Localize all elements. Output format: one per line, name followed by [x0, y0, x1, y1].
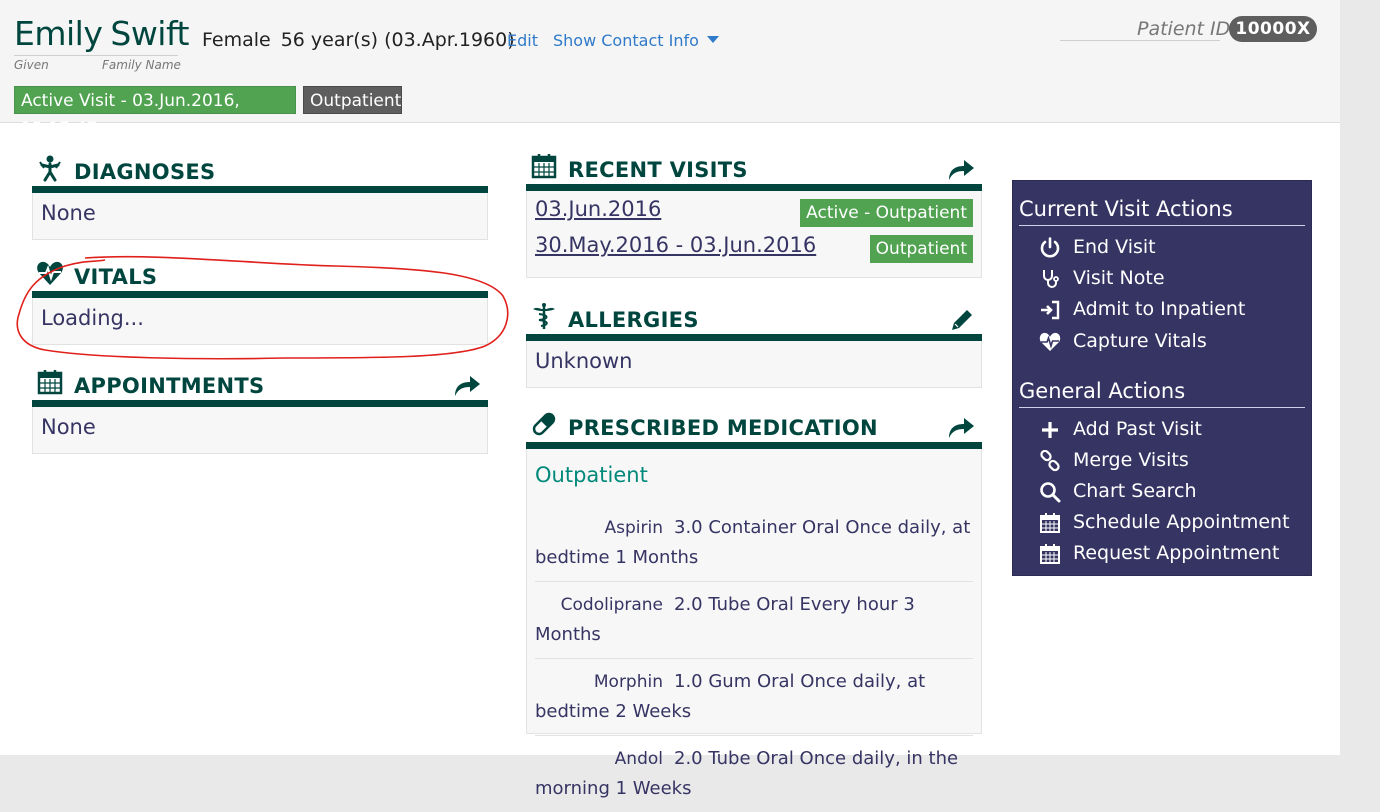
recent-visits-section: RECENT VISITS 03.Jun.2016 Active - Outpa… [526, 154, 982, 278]
medication-header: PRESCRIBED MEDICATION [526, 412, 982, 449]
calendar-icon [1040, 544, 1060, 564]
recent-visits-title: RECENT VISITS [568, 158, 748, 182]
calendar-icon [1040, 513, 1060, 533]
sign-in-icon [1041, 300, 1060, 320]
diagnoses-body: None [32, 193, 488, 240]
allergies-body: Unknown [526, 341, 982, 388]
chart-search-label: Chart Search [1073, 480, 1197, 502]
admit-to-inpatient-label: Admit to Inpatient [1073, 298, 1246, 320]
merge-visits-label: Merge Visits [1073, 449, 1189, 471]
schedule-appointment-label: Schedule Appointment [1073, 511, 1290, 533]
medication-name: Codoliprane [560, 595, 663, 615]
visit-row: 30.May.2016 - 03.Jun.2016 Outpatient [527, 229, 981, 265]
patient-demographics: Female 56 year(s) (03.Apr.1960) [202, 29, 515, 51]
medication-row: Aspirin 3.0 Container Oral Once daily, at… [535, 505, 973, 582]
diagnoses-header: DIAGNOSES [32, 150, 488, 193]
visit-type-tag: Outpatient [303, 86, 402, 114]
given-label: Given [14, 58, 49, 72]
current-visit-actions-title: Current Visit Actions [1019, 197, 1233, 221]
prescribed-medication-section: PRESCRIBED MEDICATION Outpatient Aspirin… [526, 412, 982, 799]
medication-group-title: Outpatient [535, 463, 648, 487]
patient-header: Emily Swift Given Family Name Female 56 ye… [0, 0, 1340, 139]
end-visit-label: End Visit [1073, 236, 1156, 258]
request-appointment-label: Request Appointment [1073, 542, 1280, 564]
capture-vitals-label: Capture Vitals [1073, 330, 1207, 352]
recent-visits-list: 03.Jun.2016 Active - Outpatient 30.May.2… [526, 191, 982, 278]
appointments-body: None [32, 407, 488, 454]
calendar-icon [531, 154, 557, 179]
share-arrow-icon[interactable] [452, 372, 482, 398]
family-name-label: Family Name [102, 58, 181, 72]
medication-row: Codoliprane 2.0 Tube Oral Every hour 3 Mo… [535, 582, 973, 659]
medication-name: Andol [614, 749, 663, 769]
share-arrow-icon[interactable] [946, 414, 976, 440]
link-icon [1040, 450, 1060, 472]
family-name: Swift [110, 14, 189, 53]
visit-date-link[interactable]: 30.May.2016 - 03.Jun.2016 [535, 233, 816, 257]
calendar-icon [37, 370, 63, 395]
show-contact-info-link[interactable]: Show Contact Info [553, 31, 719, 50]
edit-link[interactable]: Edit [507, 31, 538, 50]
visit-status-tag: Outpatient [869, 235, 973, 263]
medication-name: Aspirin [604, 518, 664, 538]
vitals-title: VITALS [74, 265, 158, 289]
medication-title: PRESCRIBED MEDICATION [568, 416, 878, 440]
pill-icon [532, 412, 556, 436]
patient-id-label: Patient ID [1137, 18, 1231, 40]
divider [1019, 407, 1305, 408]
patient-dashboard: Emily Swift Given Family Name Female 56 ye… [0, 0, 1340, 799]
active-visit-tag[interactable]: Active Visit - 03.Jun.2016, 15:17:47 [14, 86, 296, 139]
add-past-visit-label: Add Past Visit [1073, 418, 1202, 440]
search-icon [1040, 482, 1061, 503]
visit-status-tag: Active - Outpatient [800, 199, 973, 227]
medication-body: Outpatient Aspirin 3.0 Container Oral Onc… [526, 449, 982, 799]
share-arrow-icon[interactable] [946, 156, 976, 182]
age-birthdate: 56 year(s) (03.Apr.1960) [280, 29, 515, 51]
divider [1019, 225, 1305, 226]
medication-name: Morphin [593, 672, 663, 692]
stethoscope-icon [1043, 270, 1059, 288]
general-actions-title: General Actions [1019, 379, 1186, 403]
caduceus-icon [533, 303, 555, 329]
diagnoses-section: DIAGNOSES None [32, 150, 488, 240]
visit-note-label: Visit Note [1073, 267, 1165, 289]
visit-row: 03.Jun.2016 Active - Outpatient [527, 193, 981, 229]
show-contact-info-label: Show Contact Info [553, 31, 699, 50]
patient-id-badge: 10000X [1229, 16, 1317, 42]
recent-visits-header: RECENT VISITS [526, 154, 982, 191]
vitals-section: VITALS Loading... [32, 261, 488, 345]
allergies-header: ALLERGIES [526, 303, 982, 341]
medication-row: Morphin 1.0 Gum Oral Once daily, at bedti… [535, 659, 973, 736]
power-icon [1040, 237, 1060, 258]
plus-icon [1042, 422, 1058, 438]
appointments-header: APPOINTMENTS [32, 370, 488, 407]
gender: Female [202, 29, 271, 51]
patient-name: Emily Swift [14, 14, 189, 53]
vitals-header: VITALS [32, 261, 488, 298]
pencil-icon[interactable] [946, 306, 976, 332]
heartbeat-icon [37, 261, 63, 285]
visit-actions-panel: Current Visit Actions End Visit Visit No… [1012, 180, 1312, 576]
heartbeat-icon [1039, 332, 1061, 351]
appointments-section: APPOINTMENTS None [32, 370, 488, 454]
caret-down-icon [706, 36, 719, 43]
given-name: Emily [14, 14, 103, 53]
patient-id-underline [1060, 40, 1220, 41]
medication-row: Andol 2.0 Tube Oral Once daily, in the mo… [535, 736, 973, 812]
appointments-title: APPOINTMENTS [74, 374, 265, 398]
vitals-body: Loading... [32, 298, 488, 345]
allergies-section: ALLERGIES Unknown [526, 303, 982, 388]
diagnoses-title: DIAGNOSES [74, 160, 216, 184]
allergies-title: ALLERGIES [568, 308, 699, 332]
visit-date-link[interactable]: 03.Jun.2016 [535, 197, 661, 221]
person-icon [39, 155, 61, 182]
name-underline [14, 55, 178, 56]
